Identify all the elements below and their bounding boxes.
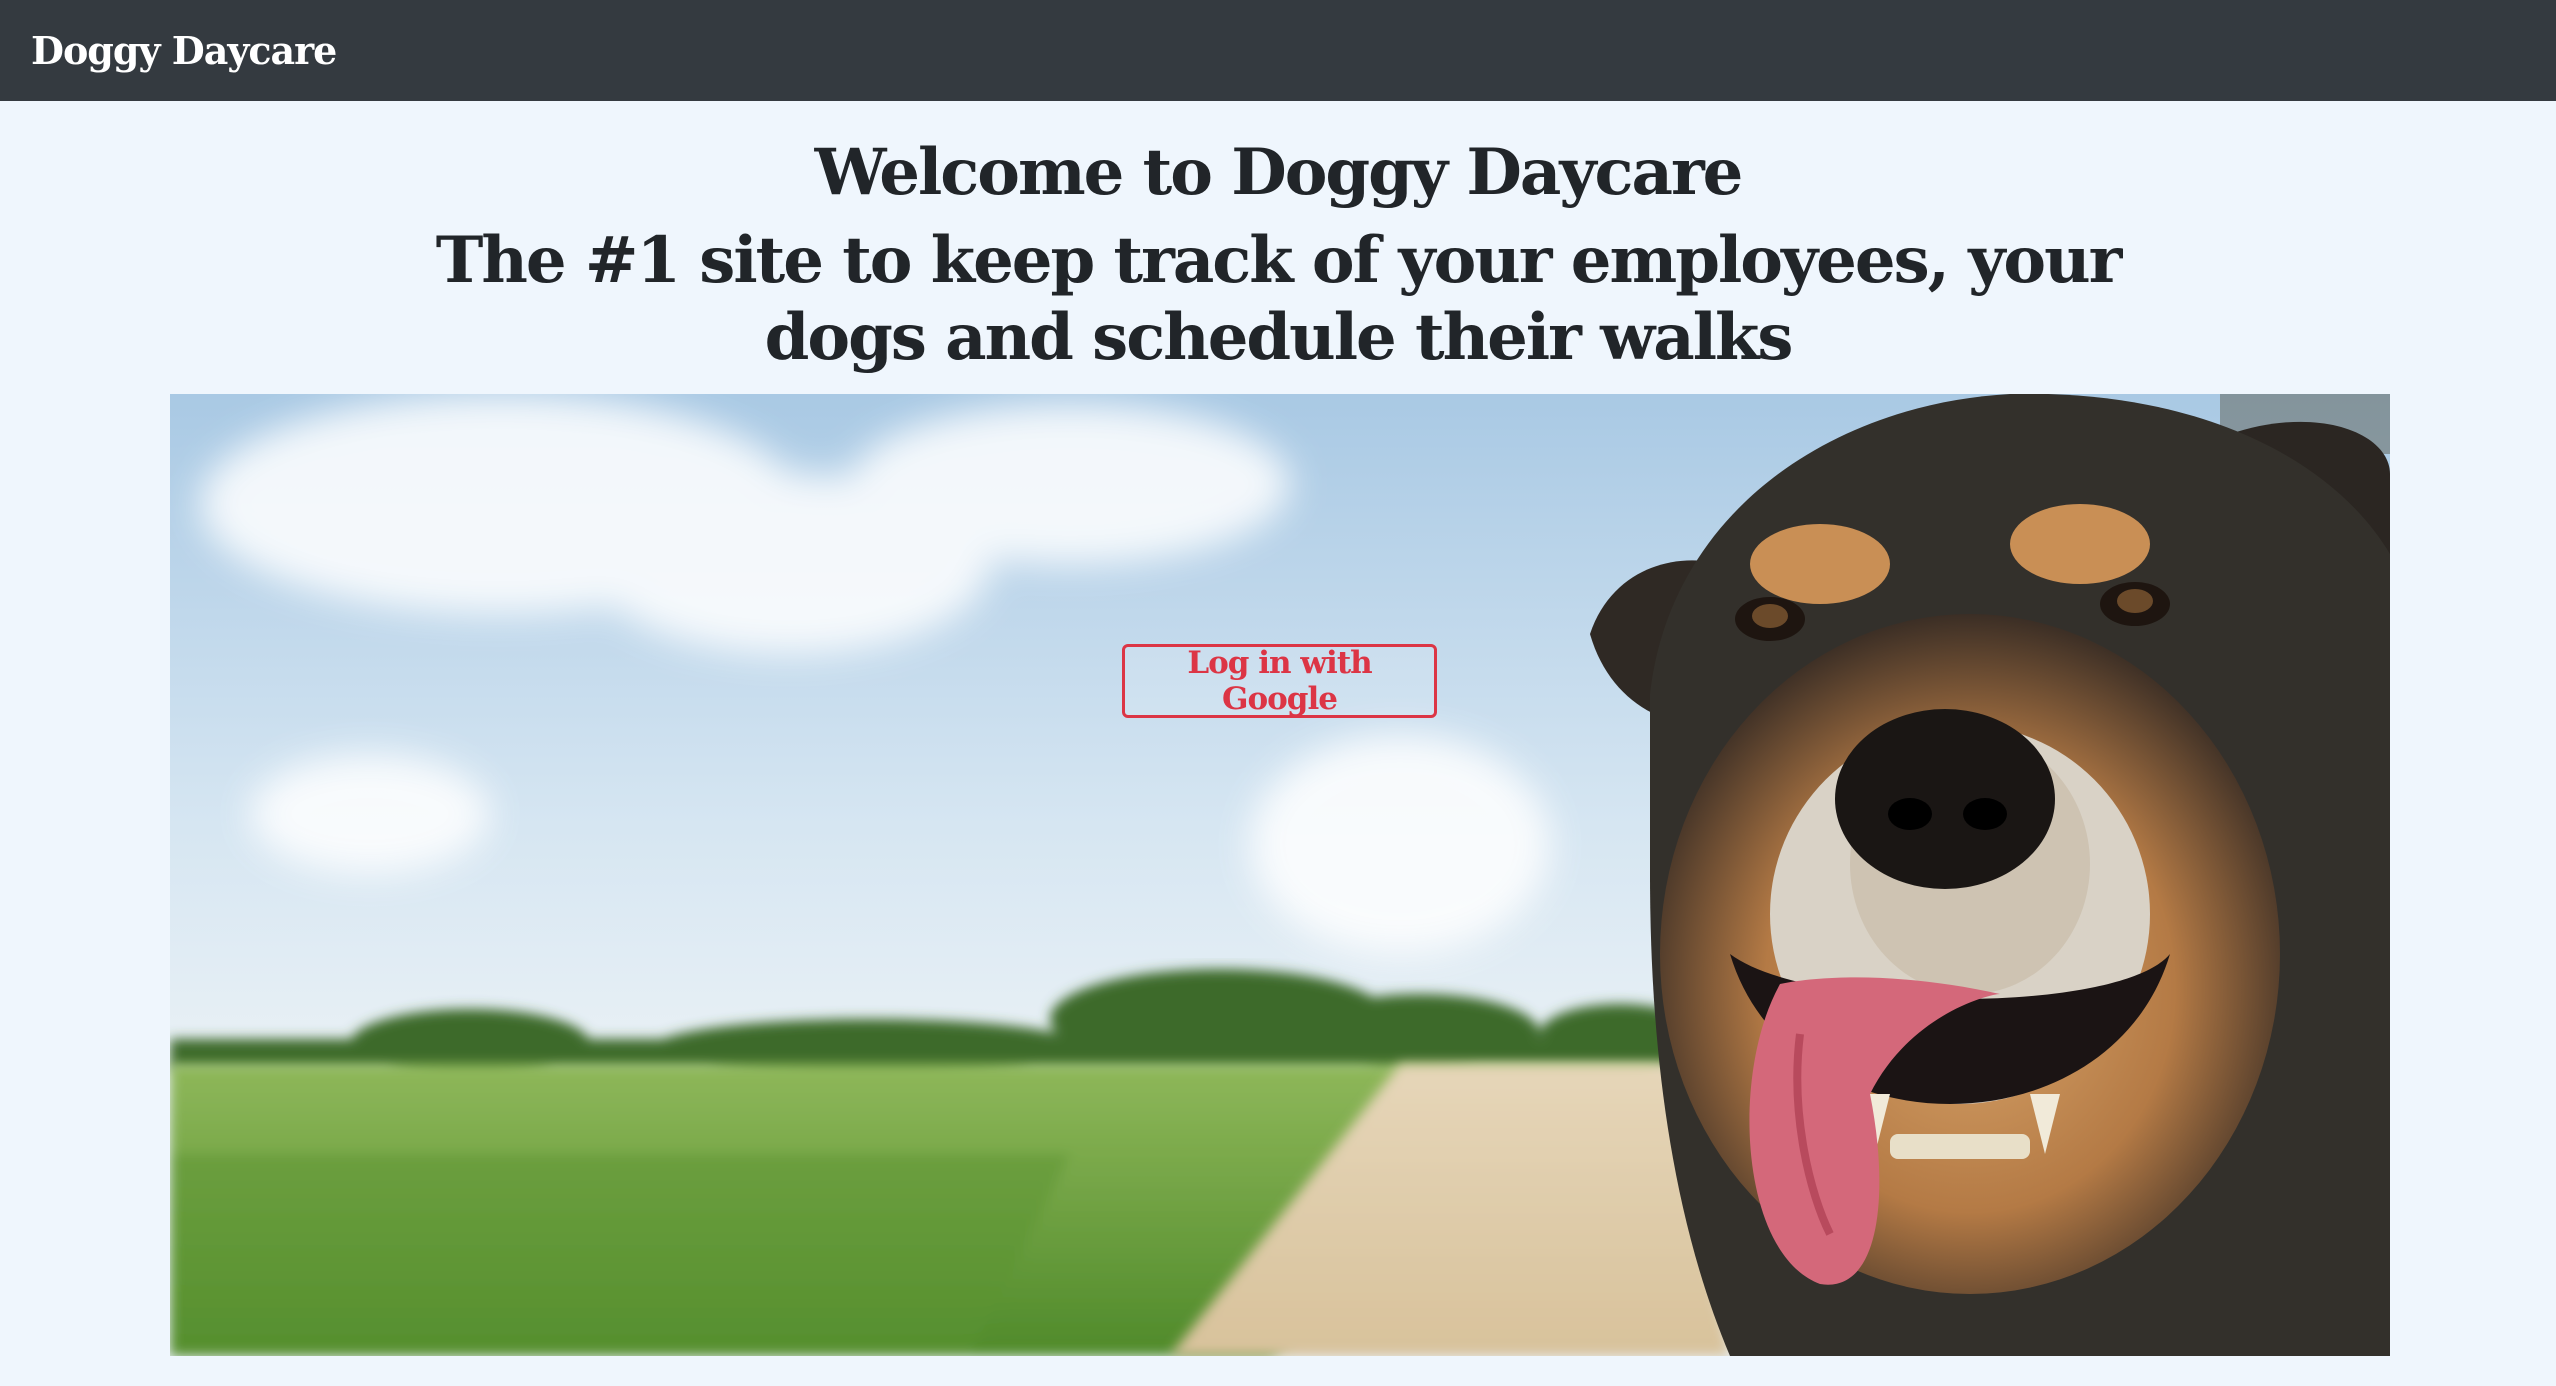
hero-image bbox=[170, 394, 2390, 1356]
page-subtitle: The #1 site to keep track of your employ… bbox=[435, 223, 2123, 375]
navbar: Doggy Daycare bbox=[0, 0, 2556, 101]
login-with-google-button[interactable]: Log in with Google bbox=[1122, 644, 1437, 718]
page-title: Welcome to Doggy Daycare bbox=[814, 135, 1744, 210]
brand-link[interactable]: Doggy Daycare bbox=[31, 28, 337, 73]
